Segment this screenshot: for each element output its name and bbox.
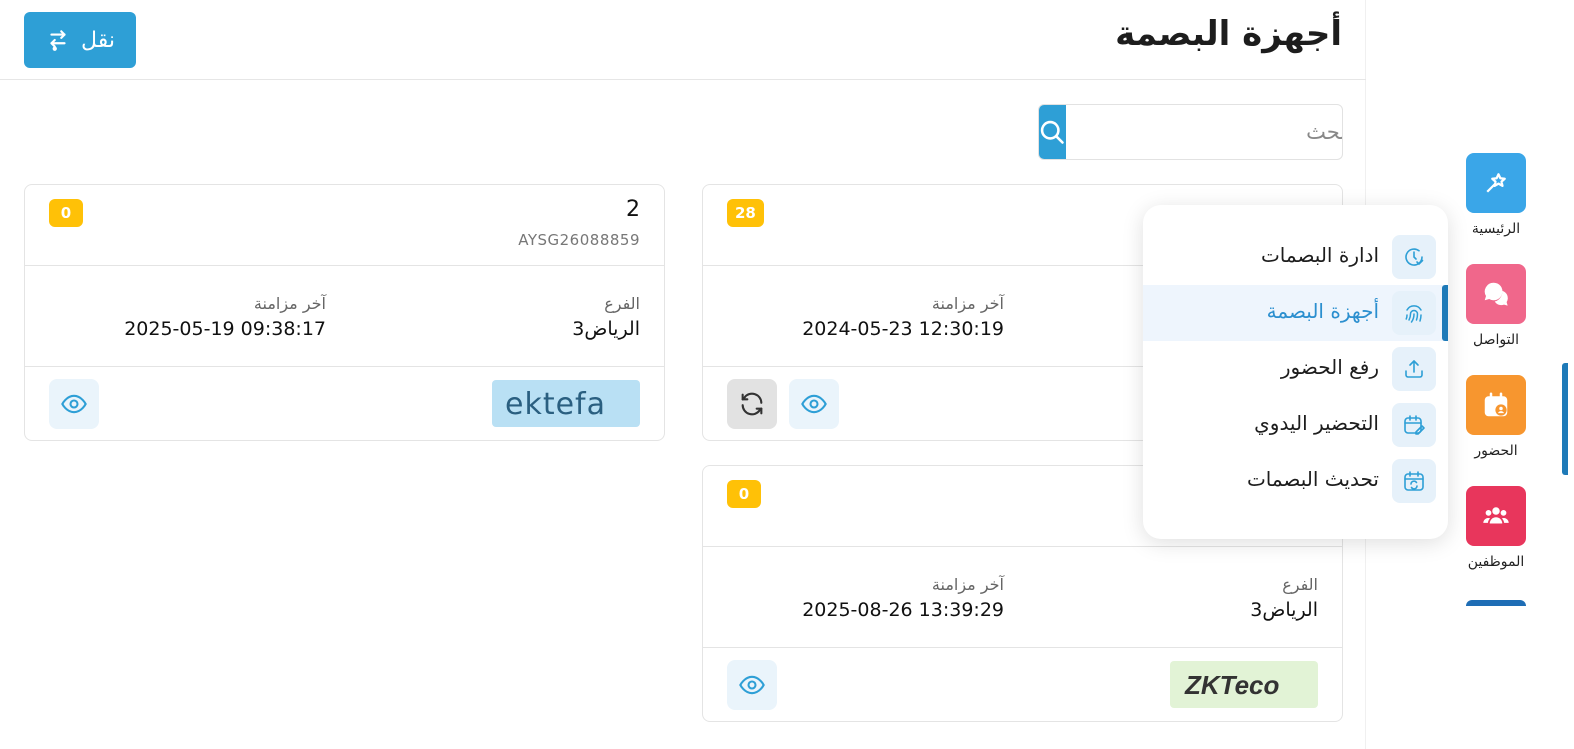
device-card-header: 0 2 AYSG26088859: [25, 185, 664, 266]
submenu-item-label: أجهزة البصمة: [1266, 299, 1379, 323]
svg-text:ektefa: ektefa: [505, 387, 606, 421]
device-card-details: الفرع الرياض3 آخر مزامنة 2025-08-26 13:3…: [703, 547, 1342, 648]
calendar-user-icon: [1466, 375, 1526, 435]
view-button[interactable]: [49, 379, 99, 429]
last-sync-value: 2025-08-26 13:39:29: [802, 599, 1004, 621]
ektefa-logo: ektefa: [492, 380, 640, 427]
last-sync-label: آخر مزامنة: [931, 294, 1004, 313]
page-header: أجهزة البصمة نقل: [0, 0, 1366, 80]
count-badge: 0: [727, 480, 761, 508]
submenu-item-label: رفع الحضور: [1280, 355, 1379, 379]
eye-icon: [739, 675, 765, 695]
last-sync-label: آخر مزامنة: [253, 294, 326, 313]
transfer-icon: [50, 30, 66, 51]
attendance-submenu: ادارة البصمات أجهزة البصمة رفع الحضور ال…: [1143, 205, 1448, 539]
chat-icon: [1466, 264, 1526, 324]
branch-value: الرياض3: [1250, 599, 1318, 621]
submenu-item-upload-attendance[interactable]: رفع الحضور: [1143, 341, 1448, 397]
device-card-actions: ZKTeco: [703, 648, 1342, 721]
submenu-item-label: التحضير اليدوي: [1254, 411, 1379, 435]
search-bar: [1038, 104, 1343, 160]
zkteco-logo: ZKTeco: [1170, 661, 1318, 708]
last-sync-label: آخر مزامنة: [931, 575, 1004, 594]
device-card-actions: ektefa: [25, 367, 664, 440]
submenu-item-label: ادارة البصمات: [1260, 243, 1379, 267]
page-title: أجهزة البصمة: [1115, 14, 1342, 54]
app-root: أجهزة البصمة نقل 28 آخر مزامنة: [0, 0, 1574, 749]
sidebar-item-communication[interactable]: التواصل: [1428, 254, 1568, 365]
sidebar-item-label: الحضور: [1474, 443, 1518, 459]
branch-value: الرياض3: [572, 318, 640, 340]
calendar-edit-icon: [1392, 403, 1436, 447]
sidebar-item-home[interactable]: الرئيسية: [1428, 143, 1568, 254]
sidebar-active-indicator: [1562, 363, 1568, 475]
sidebar-next-item-edge: [1466, 600, 1526, 606]
sidebar-item-label: التواصل: [1473, 332, 1519, 348]
device-serial: AYSG26088859: [518, 231, 640, 249]
branch-label: الفرع: [1282, 575, 1318, 594]
svg-text:ZKTeco: ZKTeco: [1184, 670, 1279, 700]
sidebar-item-label: الرئيسية: [1471, 221, 1521, 237]
search-button[interactable]: [1039, 105, 1066, 159]
magic-star-icon: [1466, 153, 1526, 213]
last-sync-value: 2025-05-19 09:38:17: [124, 318, 326, 340]
clock-check-icon: [1392, 235, 1436, 279]
sync-button[interactable]: [727, 379, 777, 429]
sidebar-item-employees[interactable]: الموظفين: [1428, 476, 1568, 587]
submenu-item-update-fingerprints[interactable]: تحديث البصمات: [1143, 453, 1448, 509]
search-icon: [1040, 120, 1064, 144]
eye-icon: [61, 394, 87, 414]
view-button[interactable]: [789, 379, 839, 429]
calendar-sync-icon: [1392, 459, 1436, 503]
submenu-item-label: تحديث البصمات: [1246, 467, 1379, 491]
move-button[interactable]: نقل: [24, 12, 136, 68]
branch-label: الفرع: [604, 294, 640, 313]
move-button-label: نقل: [81, 27, 115, 53]
submenu-item-fingerprint-devices[interactable]: أجهزة البصمة: [1143, 285, 1448, 341]
device-card-details: الفرع الرياض3 آخر مزامنة 2025-05-19 09:3…: [25, 266, 664, 367]
view-button[interactable]: [727, 660, 777, 710]
sidebar: الرئيسية التواصل الحضور الموظفين: [1428, 143, 1568, 605]
last-sync-value: 2024-05-23 12:30:19: [802, 318, 1004, 340]
eye-icon: [801, 394, 827, 414]
users-icon: [1466, 486, 1526, 546]
search-input[interactable]: [1066, 105, 1342, 159]
count-badge: 0: [49, 199, 83, 227]
count-badge: 28: [727, 199, 764, 227]
upload-icon: [1392, 347, 1436, 391]
submenu-item-manual-attendance[interactable]: التحضير اليدوي: [1143, 397, 1448, 453]
fingerprint-icon: [1392, 291, 1436, 335]
submenu-item-fingerprint-management[interactable]: ادارة البصمات: [1143, 229, 1448, 285]
refresh-icon: [741, 392, 763, 416]
device-card: 0 2 AYSG26088859 الفرع الرياض3 آخر مزامن…: [24, 184, 665, 441]
sidebar-item-label: الموظفين: [1467, 554, 1525, 570]
sidebar-item-attendance[interactable]: الحضور: [1428, 365, 1568, 476]
device-name: 2: [626, 197, 640, 222]
